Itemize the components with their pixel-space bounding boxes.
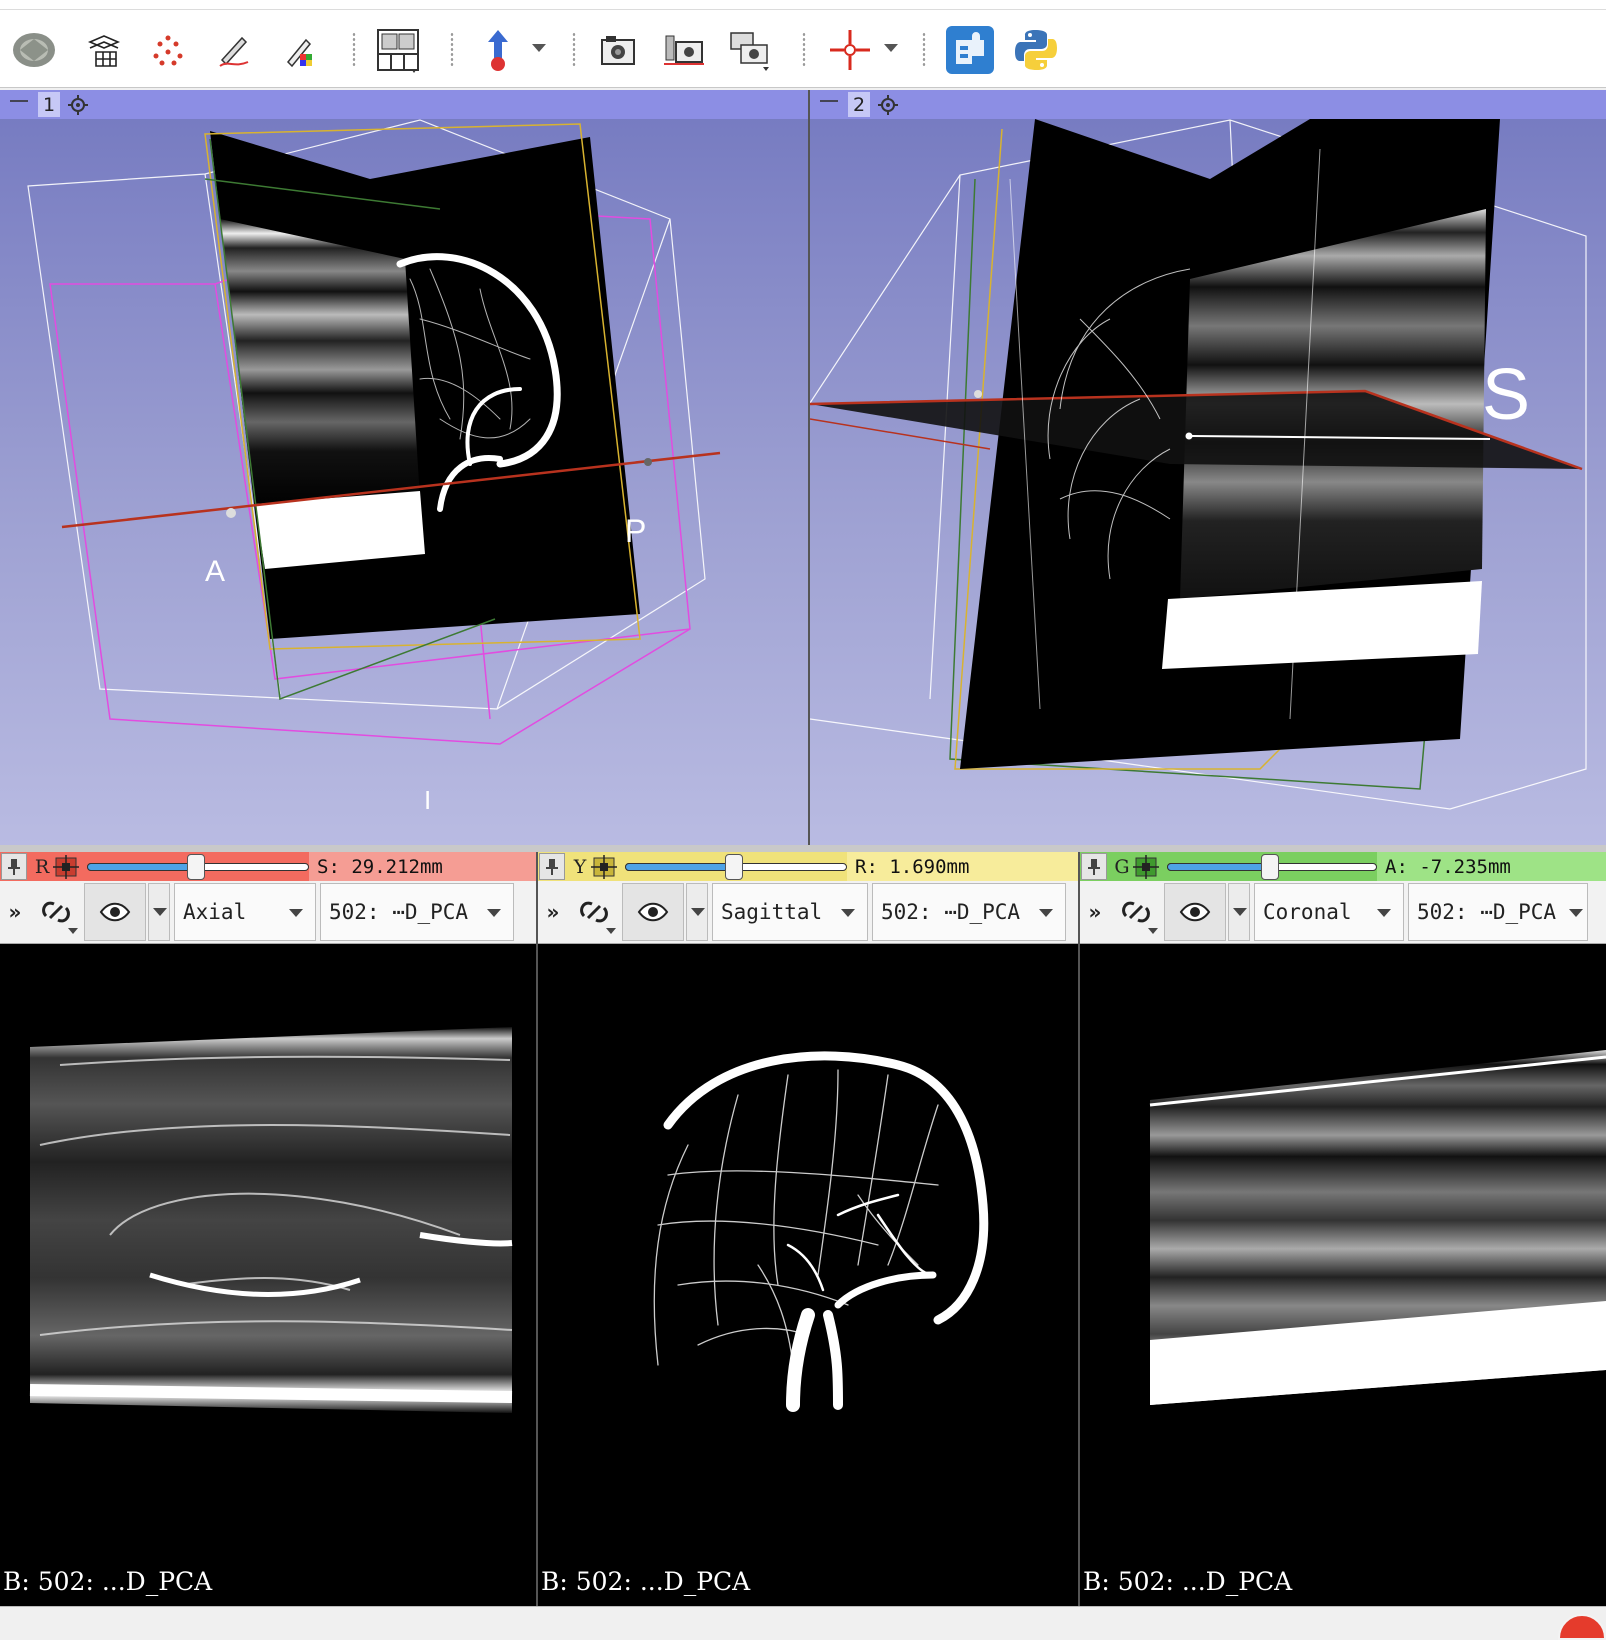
slice-view-green[interactable]: G A: -7.235mm » Coronal 502: ⋯D_PCA B: 5… [1080, 852, 1606, 1606]
slice-offset-slider[interactable] [1167, 853, 1377, 880]
pin-icon[interactable] [539, 853, 565, 880]
slice-offset-slider[interactable] [87, 853, 309, 880]
visibility-toggle-button[interactable] [1164, 883, 1226, 941]
volume-label: B: 502: ...D_PCA [1083, 1567, 1293, 1596]
slice-link-icon[interactable] [1133, 854, 1159, 879]
toolbar-separator [922, 32, 926, 68]
slice-link-icon[interactable] [53, 854, 79, 879]
more-options-button[interactable]: » [0, 900, 30, 924]
slice-bar-red: R S: 29.212mm [0, 852, 536, 881]
axial-slice-image[interactable] [0, 945, 536, 1606]
pin-icon[interactable] [1081, 853, 1107, 880]
slice-controls: » Coronal 502: ⋯D_PCA [1080, 881, 1606, 944]
link-views-icon[interactable] [30, 886, 82, 938]
volume-selector[interactable]: 502: ⋯D_PCA [872, 883, 1066, 941]
orientation-label-p: P [625, 513, 646, 549]
more-options-button[interactable]: » [538, 900, 568, 924]
python-icon[interactable] [1012, 26, 1060, 74]
visibility-toggle-button[interactable] [84, 883, 146, 941]
toolbar-separator [572, 32, 576, 68]
pin-icon[interactable] [10, 99, 28, 110]
orientation-selector[interactable]: Coronal [1254, 883, 1404, 941]
slice-offset-value: A: -7.235mm [1377, 852, 1606, 881]
visibility-dropdown-button[interactable] [148, 883, 170, 941]
orientation-value: Sagittal [721, 900, 823, 924]
slice-offset-slider[interactable] [625, 853, 847, 880]
slice-bar-green: G A: -7.235mm [1080, 852, 1606, 881]
visibility-dropdown-button[interactable] [1228, 883, 1250, 941]
slice-bar-yellow: Y R: 1.690mm [538, 852, 1078, 881]
view-letter: G [1114, 855, 1130, 878]
editor-icon[interactable] [276, 26, 324, 74]
orientation-label-s: S [1482, 355, 1530, 435]
mouse-mode-dropdown-icon[interactable] [532, 44, 546, 52]
volume-value: 502: ⋯D_PCA [329, 900, 469, 924]
visibility-toggle-button[interactable] [622, 883, 684, 941]
coronal-slice-image[interactable] [1080, 945, 1606, 1606]
crosshair-icon[interactable] [826, 26, 874, 74]
3d-scene[interactable]: S [810, 119, 1606, 845]
slice-offset-value: R: 1.690mm [847, 852, 1078, 881]
3d-view-2-header: 2 [810, 90, 1606, 119]
orientation-value: Coronal [1263, 900, 1352, 924]
orientation-label-a: A [205, 555, 225, 588]
volume-selector[interactable]: 502: ⋯D_PCA [320, 883, 514, 941]
toolbar-separator [802, 32, 806, 68]
view-controls-icon[interactable] [876, 93, 900, 117]
volume-label: B: 502: ...D_PCA [541, 1567, 751, 1596]
link-views-icon[interactable] [1110, 886, 1162, 938]
main-toolbar [0, 0, 1606, 88]
slice-view-red[interactable]: R S: 29.212mm » Axial 502: ⋯D_PCA B: 502… [0, 852, 536, 1606]
3d-scene[interactable]: A P I [0, 119, 808, 845]
pin-icon[interactable] [1, 853, 27, 880]
slice-link-icon[interactable] [591, 854, 617, 879]
slice-controls: » Sagittal 502: ⋯D_PCA [538, 881, 1078, 944]
mouse-mode-icon[interactable] [474, 26, 522, 74]
extensions-icon[interactable] [946, 26, 994, 74]
3d-view-2[interactable]: 2 S [810, 90, 1606, 845]
sagittal-slice-image[interactable] [538, 945, 1078, 1606]
volume-value: 502: ⋯D_PCA [881, 900, 1021, 924]
view-number: 1 [38, 92, 60, 117]
orientation-selector[interactable]: Axial [174, 883, 316, 941]
volume-rendering-icon[interactable] [10, 26, 58, 74]
toolbar-separator [352, 32, 356, 68]
3d-view-1[interactable]: 1 A P I [0, 90, 808, 845]
crosshair-dropdown-icon[interactable] [884, 44, 898, 52]
view-splitter[interactable] [0, 845, 1606, 852]
scene-view-icon[interactable] [660, 26, 708, 74]
orientation-value: Axial [183, 900, 247, 924]
link-views-icon[interactable] [568, 886, 620, 938]
view-number: 2 [848, 92, 870, 117]
view-letter: Y [573, 855, 587, 878]
markups-icon[interactable] [144, 26, 192, 74]
volume-selector[interactable]: 502: ⋯D_PCA [1408, 883, 1588, 941]
view-letter: R [34, 855, 50, 878]
volume-label: B: 502: ...D_PCA [3, 1567, 213, 1596]
toolbar-separator [450, 32, 454, 68]
view-controls-icon[interactable] [66, 93, 90, 117]
slice-controls: » Axial 502: ⋯D_PCA [0, 881, 536, 944]
status-bar [0, 1606, 1606, 1636]
pin-icon[interactable] [820, 99, 838, 110]
slice-offset-value: S: 29.212mm [309, 852, 536, 881]
toolbar-top-line [0, 9, 1606, 10]
layout-icon[interactable] [374, 26, 422, 74]
grid-icon[interactable] [78, 26, 126, 74]
draw-icon[interactable] [210, 26, 258, 74]
capture-icon[interactable] [594, 26, 642, 74]
orientation-selector[interactable]: Sagittal [712, 883, 868, 941]
visibility-dropdown-button[interactable] [686, 883, 708, 941]
3d-view-1-header: 1 [0, 90, 808, 119]
orientation-label-i: I [424, 785, 431, 815]
more-options-button[interactable]: » [1080, 900, 1110, 924]
screenshot-icon[interactable] [726, 26, 774, 74]
volume-value: 502: ⋯D_PCA [1417, 900, 1557, 924]
slice-view-yellow[interactable]: Y R: 1.690mm » Sagittal 502: ⋯D_PCA B: 5… [538, 852, 1078, 1606]
